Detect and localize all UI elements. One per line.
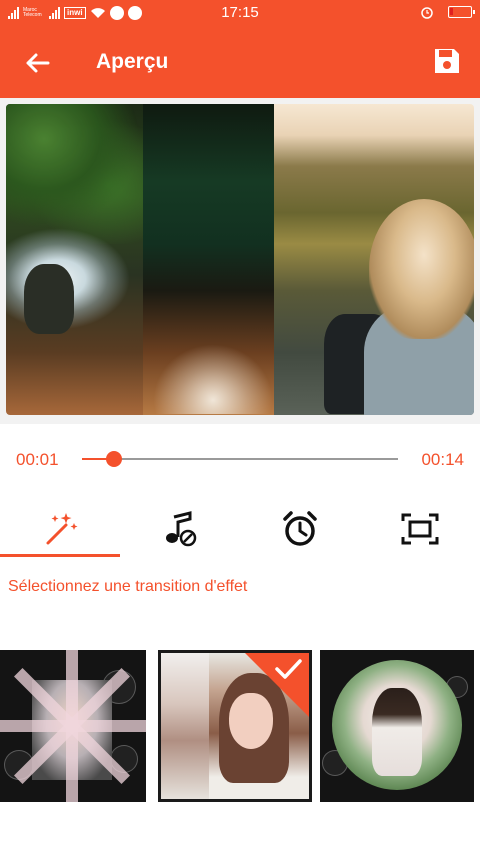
alarm-clock-icon (283, 511, 317, 546)
tab-music[interactable] (120, 505, 240, 559)
status-bar: Maroc Telecom inwi 17:15 (0, 0, 480, 26)
video-preview[interactable] (6, 104, 474, 415)
seek-thumb[interactable] (105, 451, 122, 467)
total-time: 00:14 (421, 450, 464, 469)
preview-panel-girl (274, 104, 474, 415)
current-time: 00:01 (16, 450, 59, 469)
section-label: Sélectionnez une transition d'effet (8, 578, 248, 595)
effect-starburst[interactable] (0, 650, 146, 802)
battery-level (450, 8, 453, 15)
tab-indicator (0, 554, 120, 557)
editor-tabs (0, 505, 480, 559)
preview-panel-crocodile (6, 104, 143, 415)
tab-transitions[interactable] (0, 505, 120, 559)
preview-area (0, 98, 480, 424)
tab-duration[interactable] (240, 505, 360, 559)
music-off-icon (166, 511, 197, 547)
alarm-status-icon (421, 7, 433, 19)
page-title: Aperçu (96, 50, 169, 73)
app-bar: Aperçu (0, 26, 480, 98)
tab-ratio[interactable] (360, 505, 480, 559)
magic-wand-icon (46, 513, 78, 545)
check-icon (275, 659, 302, 679)
preview-panel-transition (143, 104, 274, 415)
battery-icon (448, 6, 475, 18)
status-right (420, 5, 475, 19)
effect-split[interactable] (158, 650, 312, 802)
seek-bar[interactable] (82, 451, 398, 467)
crop-frame-icon (401, 513, 439, 545)
status-time: 17:15 (221, 4, 259, 21)
back-arrow-icon[interactable] (22, 48, 52, 78)
effect-circle[interactable] (320, 650, 474, 802)
save-icon[interactable] (432, 46, 462, 76)
